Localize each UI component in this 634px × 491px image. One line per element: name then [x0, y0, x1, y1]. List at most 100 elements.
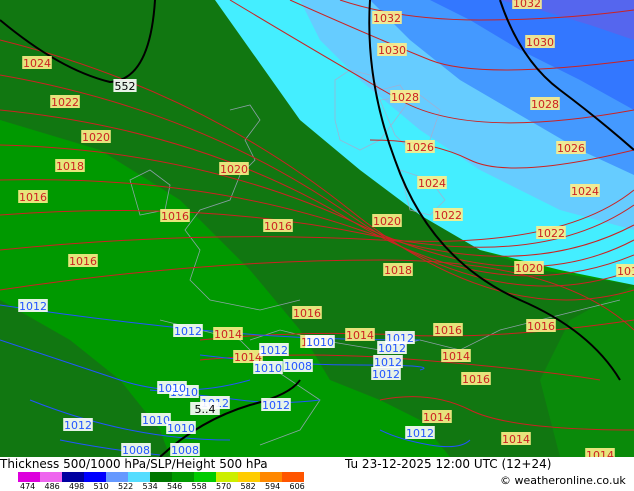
svg-text:1008: 1008 [122, 444, 150, 457]
scale-swatch [40, 472, 62, 482]
blue-isobar-label: 1010 [157, 381, 187, 395]
svg-text:1030: 1030 [526, 36, 554, 49]
scale-swatch [260, 472, 282, 482]
scale-swatch [128, 472, 150, 482]
red-isobar-label: 1024 [570, 184, 600, 198]
svg-text:1020: 1020 [220, 163, 248, 176]
blue-isobar-label: 1010 [166, 421, 196, 435]
red-isobar-label: 1014 [345, 328, 375, 342]
red-isobar-label: 1022 [433, 208, 463, 222]
red-isobar-label: 1020 [81, 130, 111, 144]
svg-text:1016: 1016 [462, 373, 490, 386]
red-isobar-label: 1028 [530, 97, 560, 111]
svg-text:1022: 1022 [537, 227, 565, 240]
svg-text:1014: 1014 [346, 329, 374, 342]
svg-text:1022: 1022 [434, 209, 462, 222]
svg-text:1014: 1014 [586, 449, 614, 457]
red-isobar-label: 1026 [405, 140, 435, 154]
scale-swatch [106, 472, 128, 482]
red-isobar-label: 1016 [526, 319, 556, 333]
red-isobar-label: 1014 [213, 327, 243, 341]
svg-text:1016: 1016 [69, 255, 97, 268]
red-isobar-label: 1022 [536, 226, 566, 240]
svg-text:1016: 1016 [19, 191, 47, 204]
svg-text:1028: 1028 [391, 91, 419, 104]
scale-swatch [172, 472, 194, 482]
red-isobar-label: 1030 [377, 43, 407, 57]
red-isobar-label: 1032 [512, 0, 542, 10]
svg-text:1016: 1016 [434, 324, 462, 337]
blue-isobar-label: 1012 [261, 398, 291, 412]
height-contour-label: 5..4 [190, 402, 220, 416]
svg-text:1030: 1030 [378, 44, 406, 57]
svg-text:1012: 1012 [174, 325, 202, 338]
svg-text:1008: 1008 [171, 444, 199, 457]
svg-text:1012: 1012 [374, 356, 402, 369]
credit-link[interactable]: © weatheronline.co.uk [500, 474, 626, 487]
red-isobar-label: 1014 [585, 448, 615, 457]
svg-text:1012: 1012 [406, 427, 434, 440]
weather-map: 1032 1032 1030 1030 1028 1028 1026 1026 1024 1024… [0, 0, 634, 457]
svg-text:1018: 1018 [617, 265, 634, 278]
red-isobar-label: 1018 [616, 264, 634, 278]
svg-text:1022: 1022 [51, 96, 79, 109]
svg-text:1032: 1032 [373, 12, 401, 25]
scale-swatch [238, 472, 260, 482]
svg-text:1020: 1020 [82, 131, 110, 144]
svg-text:1012: 1012 [260, 344, 288, 357]
blue-isobar-label: 1012 [173, 324, 203, 338]
blue-isobar-label: 1012 [18, 299, 48, 313]
svg-text:1014: 1014 [502, 433, 530, 446]
red-isobar-label: 1018 [55, 159, 85, 173]
scale-swatch [194, 472, 216, 482]
blue-isobar-label: 1012 [63, 418, 93, 432]
scale-swatch [150, 472, 172, 482]
svg-text:1032: 1032 [513, 0, 541, 10]
red-isobar-label: 1032 [372, 11, 402, 25]
red-isobar-label: 1020 [372, 214, 402, 228]
svg-text:1016: 1016 [264, 220, 292, 233]
red-isobar-label: 1016 [68, 254, 98, 268]
svg-text:1008: 1008 [284, 360, 312, 373]
svg-text:1026: 1026 [406, 141, 434, 154]
red-isobar-label: 1014 [441, 349, 471, 363]
svg-text:552: 552 [115, 80, 136, 93]
blue-isobar-label: 1008 [121, 443, 151, 457]
blue-isobar-label: 1012 [373, 355, 403, 369]
red-isobar-label: 1016 [263, 219, 293, 233]
svg-text:1010: 1010 [254, 362, 282, 375]
red-isobar-label: 1014 [422, 410, 452, 424]
scale-swatch [282, 472, 304, 482]
blue-isobar-label: 1010 [253, 361, 283, 375]
svg-text:1012: 1012 [378, 342, 406, 355]
red-isobar-label: 1020 [219, 162, 249, 176]
svg-text:1012: 1012 [19, 300, 47, 313]
product-title: Thickness 500/1000 hPa/SLP/Height 500 hP… [0, 457, 268, 471]
red-isobar-label: 1022 [50, 95, 80, 109]
svg-text:1024: 1024 [418, 177, 446, 190]
svg-text:1024: 1024 [571, 185, 599, 198]
svg-text:1024: 1024 [23, 57, 51, 70]
blue-isobar-label: 1012 [259, 343, 289, 357]
svg-text:1010: 1010 [158, 382, 186, 395]
blue-isobar-label: 1008 [170, 443, 200, 457]
scale-swatch [62, 472, 84, 482]
red-isobar-label: 1016 [160, 209, 190, 223]
red-isobar-label: 1014 [501, 432, 531, 446]
red-isobar-label: 1024 [22, 56, 52, 70]
svg-text:1012: 1012 [262, 399, 290, 412]
svg-text:1028: 1028 [531, 98, 559, 111]
height-contour-label: 552 [113, 79, 137, 93]
red-isobar-label: 1016 [461, 372, 491, 386]
svg-text:1016: 1016 [161, 210, 189, 223]
svg-text:1014: 1014 [442, 350, 470, 363]
scale-swatch [84, 472, 106, 482]
red-isobar-label: 1030 [525, 35, 555, 49]
svg-text:1010: 1010 [306, 336, 334, 349]
svg-text:1014: 1014 [423, 411, 451, 424]
red-isobar-label: 1016 [292, 306, 322, 320]
red-isobar-label: 1028 [390, 90, 420, 104]
svg-text:1010: 1010 [167, 422, 195, 435]
svg-text:1020: 1020 [373, 215, 401, 228]
scale-swatch [216, 472, 238, 482]
